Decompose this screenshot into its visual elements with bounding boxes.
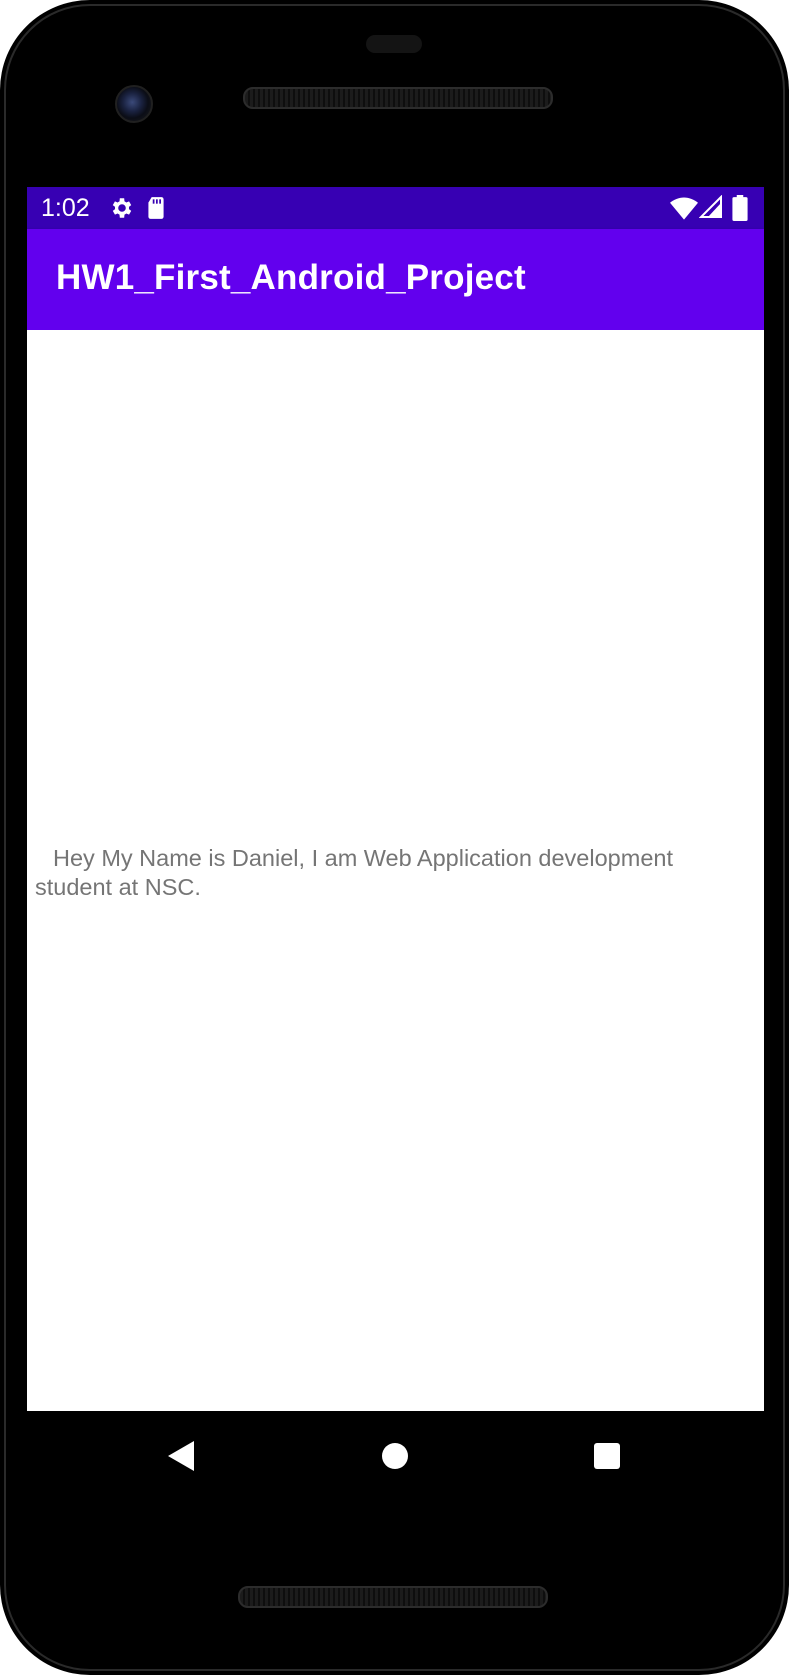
status-bar: 1:02 (27, 187, 764, 229)
app-bar: HW1_First_Android_Project (27, 229, 764, 330)
signal-icon (698, 194, 725, 221)
navigation-bar (27, 1411, 764, 1499)
status-time: 1:02 (41, 194, 90, 222)
main-content: Hey My Name is Daniel, I am Web Applicat… (27, 330, 764, 1411)
back-icon[interactable] (158, 1433, 204, 1479)
app-title: HW1_First_Android_Project (56, 258, 526, 297)
device-screen: 1:02 HW1_First_Android_Project Hey My Na… (27, 187, 764, 1411)
recents-icon[interactable] (584, 1433, 630, 1479)
bottom-speaker (238, 1586, 548, 1608)
front-camera (115, 85, 153, 123)
proximity-sensor (366, 35, 422, 53)
phone-frame: 1:02 HW1_First_Android_Project Hey My Na… (0, 0, 789, 1675)
home-icon[interactable] (372, 1433, 418, 1479)
earpiece-speaker (243, 87, 553, 109)
battery-icon (731, 195, 757, 221)
gear-icon (109, 195, 135, 221)
intro-text: Hey My Name is Daniel, I am Web Applicat… (35, 845, 673, 900)
wifi-icon (670, 195, 698, 221)
sd-card-icon (143, 195, 169, 221)
